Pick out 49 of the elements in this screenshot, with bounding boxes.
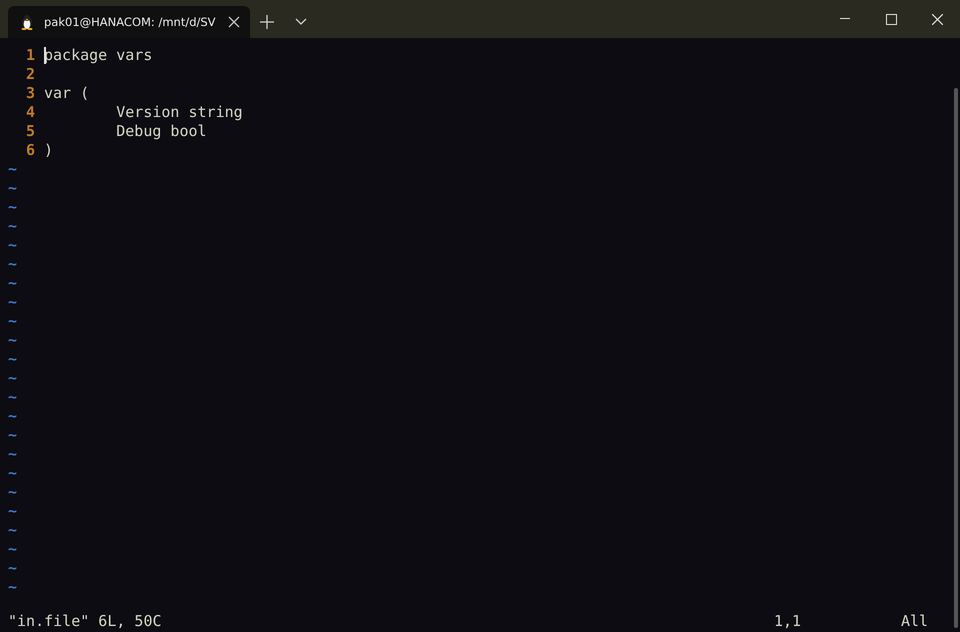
status-message: "in.file" 6L, 50C [8,612,162,630]
maximize-icon [886,14,896,24]
empty-line-marker: ~ [8,350,18,368]
empty-line-marker: ~ [8,331,18,349]
close-icon [932,14,942,24]
empty-line-marker: ~ [8,559,18,577]
scrollbar[interactable] [954,88,958,628]
code-line: ) [44,141,54,160]
code-line: var ( [44,84,90,103]
empty-line-marker: ~ [8,483,18,501]
empty-line-marker: ~ [8,445,18,463]
line-number: 4 [24,103,36,122]
scroll-position: All [901,612,928,630]
code-line: Debug bool [115,122,207,141]
penguin-icon [20,14,34,30]
empty-line-marker: ~ [8,388,18,406]
line-number: 6 [24,141,36,160]
line-number: 1 [24,46,36,65]
empty-line-marker: ~ [8,407,18,425]
empty-line-marker: ~ [8,255,18,273]
code-line: Version string [115,103,243,122]
line-number: 2 [24,65,36,84]
empty-line-marker: ~ [8,540,18,558]
empty-line-marker: ~ [8,293,18,311]
empty-line-marker: ~ [8,464,18,482]
empty-line-marker: ~ [8,160,18,178]
chevron-down-icon [295,18,307,26]
line-number: 5 [24,122,36,141]
empty-line-marker: ~ [8,179,18,197]
empty-line-marker: ~ [8,426,18,444]
close-tab-button[interactable] [228,16,240,28]
line-number: 3 [24,84,36,103]
code-line: package vars [44,46,152,65]
minimize-icon [840,18,850,20]
terminal-tab[interactable]: pak01@HANACOM: /mnt/d/SV [8,6,250,38]
empty-line-marker: ~ [8,369,18,387]
plus-icon [260,15,274,29]
empty-line-marker: ~ [8,578,18,596]
empty-line-marker: ~ [8,502,18,520]
empty-line-marker: ~ [8,236,18,254]
empty-line-marker: ~ [8,312,18,330]
empty-line-marker: ~ [8,217,18,235]
empty-line-marker: ~ [8,521,18,539]
tab-title: pak01@HANACOM: /mnt/d/SV [44,15,217,29]
empty-line-marker: ~ [8,198,18,216]
text-cursor [44,47,46,64]
cursor-position: 1,1 [774,612,802,630]
close-icon [228,16,240,28]
empty-line-marker: ~ [8,274,18,292]
